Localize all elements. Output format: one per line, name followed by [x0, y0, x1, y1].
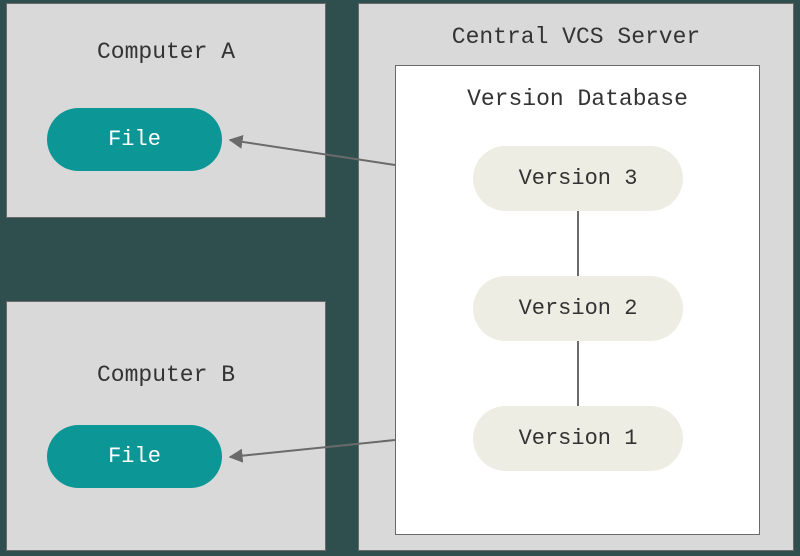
version-3-label: Version 3	[519, 166, 638, 191]
version-3-pill: Version 3	[473, 146, 683, 211]
diagram-stage: Computer A File Computer B File Central …	[0, 0, 800, 556]
version-database-title: Version Database	[396, 86, 759, 112]
version-2-label: Version 2	[519, 296, 638, 321]
version-1-label: Version 1	[519, 426, 638, 451]
computer-b-file-label: File	[108, 444, 161, 469]
version-database-panel: Version Database Version 3 Version 2 Ver…	[395, 65, 760, 535]
computer-b-file-pill: File	[47, 425, 222, 488]
computer-a-file-pill: File	[47, 108, 222, 171]
connector-v3-v2	[577, 211, 579, 276]
computer-a-title: Computer A	[7, 39, 325, 65]
server-title: Central VCS Server	[359, 24, 793, 50]
computer-b-title: Computer B	[7, 362, 325, 388]
version-1-pill: Version 1	[473, 406, 683, 471]
version-2-pill: Version 2	[473, 276, 683, 341]
computer-a-file-label: File	[108, 127, 161, 152]
connector-v2-v1	[577, 341, 579, 406]
